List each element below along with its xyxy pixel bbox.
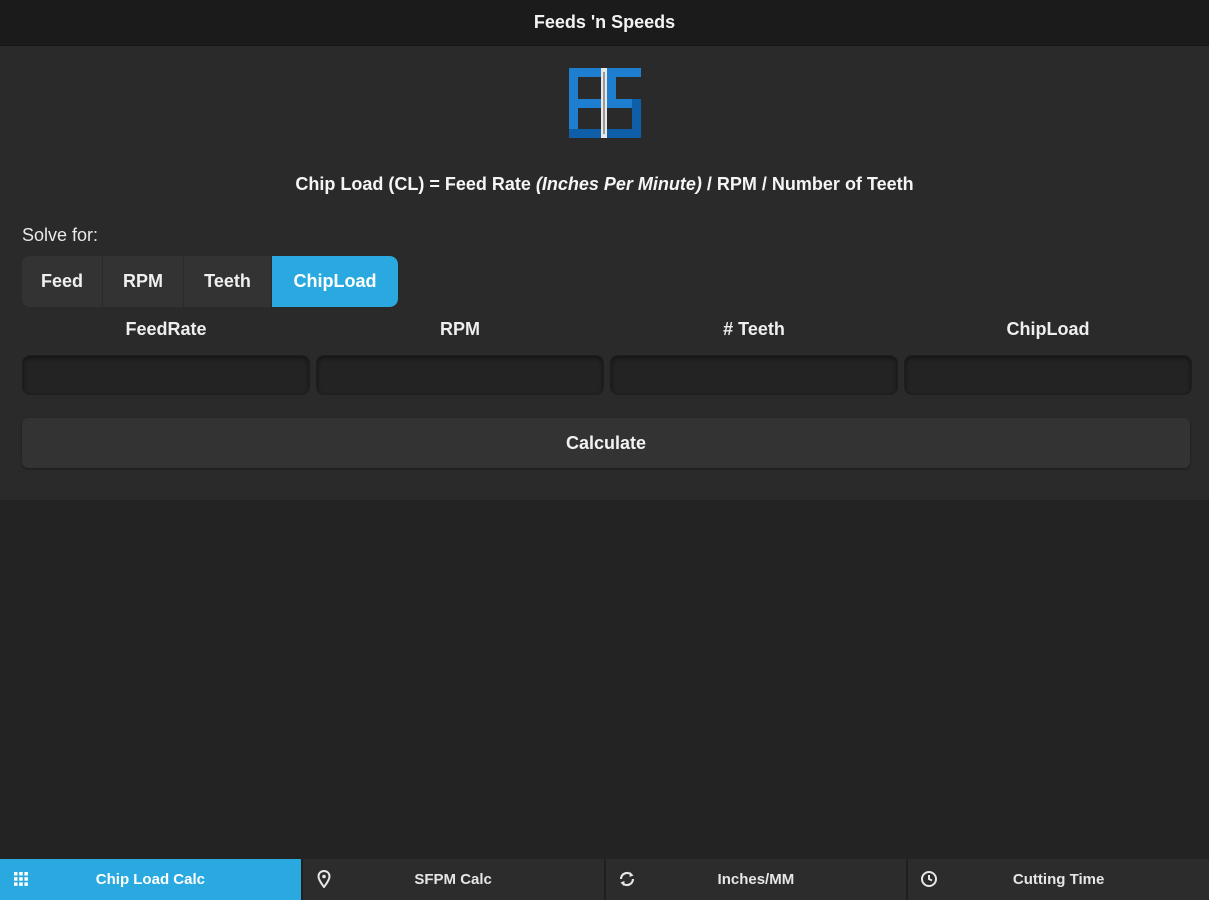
- solve-option-teeth[interactable]: Teeth: [184, 256, 272, 307]
- teeth-input[interactable]: [610, 355, 898, 395]
- tab-chip-load-calc[interactable]: Chip Load Calc: [0, 859, 303, 900]
- app-title: Feeds 'n Speeds: [533, 12, 676, 32]
- formula-units: (Inches Per Minute): [535, 174, 702, 194]
- map-pin-icon: [315, 870, 333, 888]
- rpm-label: RPM: [440, 318, 480, 339]
- tab-cutting-time[interactable]: Cutting Time: [908, 859, 1209, 900]
- app-window: Feeds 'n Speeds Chip Load (CL) = Feed Ra…: [0, 0, 1209, 900]
- formula-prefix: Chip Load (CL) = Feed Rate: [295, 174, 536, 194]
- chip-load-formula: Chip Load (CL) = Feed Rate (Inches Per M…: [0, 174, 1209, 195]
- solve-option-feed[interactable]: Feed: [22, 256, 103, 307]
- rpm-input[interactable]: [316, 355, 604, 395]
- tab-label: Cutting Time: [1012, 871, 1105, 888]
- tab-sfpm-calc[interactable]: SFPM Calc: [302, 859, 606, 900]
- feedrate-column: FeedRate: [22, 316, 310, 395]
- main-content: Chip Load (CL) = Feed Rate (Inches Per M…: [0, 46, 1209, 500]
- grid-icon: [12, 870, 30, 888]
- feedrate-input[interactable]: [22, 355, 310, 395]
- clock-icon: [920, 870, 938, 888]
- solve-for-label: Solve for:: [22, 225, 99, 245]
- solve-option-rpm[interactable]: RPM: [103, 256, 184, 307]
- tab-label: SFPM Calc: [414, 871, 492, 888]
- input-fields: FeedRate RPM # Teeth ChipLoad: [22, 316, 1192, 395]
- teeth-column: # Teeth: [610, 316, 898, 395]
- solve-for-segmented-control: Feed RPM Teeth ChipLoad: [22, 256, 398, 307]
- tab-label: Inches/MM: [717, 871, 795, 888]
- tab-label: Chip Load Calc: [95, 871, 205, 888]
- bottom-tab-bar: Chip Load Calc SFPM Calc Inches/MM Cutti…: [0, 859, 1209, 900]
- app-logo-icon: [569, 68, 641, 138]
- chipload-column: ChipLoad: [904, 316, 1192, 395]
- teeth-label: # Teeth: [723, 318, 785, 339]
- tab-inches-mm[interactable]: Inches/MM: [605, 859, 909, 900]
- formula-suffix: / RPM / Number of Teeth: [701, 174, 914, 194]
- title-bar: Feeds 'n Speeds: [0, 0, 1209, 46]
- chipload-label: ChipLoad: [1006, 318, 1090, 339]
- rpm-column: RPM: [316, 316, 604, 395]
- calculate-button[interactable]: Calculate: [22, 418, 1190, 468]
- solve-option-chipload[interactable]: ChipLoad: [272, 256, 398, 307]
- chipload-input[interactable]: [904, 355, 1192, 395]
- refresh-icon: [618, 870, 636, 888]
- feedrate-label: FeedRate: [125, 318, 207, 339]
